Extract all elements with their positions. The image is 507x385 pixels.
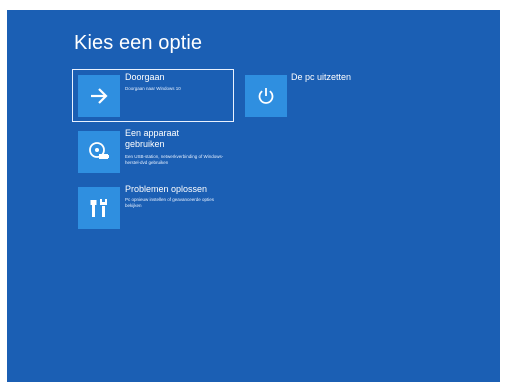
continue-tile bbox=[78, 75, 120, 117]
disc-usb-icon bbox=[88, 141, 110, 163]
option-shutdown-label: De pc uitzetten bbox=[291, 72, 352, 82]
recovery-screen: Kies een optie Doorgaan Doorgaan naar Wi… bbox=[7, 10, 500, 382]
power-icon bbox=[256, 86, 276, 106]
shutdown-tile bbox=[245, 75, 287, 117]
option-shutdown[interactable]: De pc uitzetten bbox=[244, 70, 374, 121]
option-troubleshoot[interactable]: Problemen oplossen Pc opnieuw instellen … bbox=[73, 182, 233, 233]
option-continue-label: Doorgaan bbox=[125, 72, 165, 82]
tools-icon bbox=[88, 197, 110, 219]
option-continue[interactable]: Doorgaan Doorgaan naar Windows 10 bbox=[72, 69, 234, 122]
option-use-device-description: Een USB-station, netwerkverbinding of Wi… bbox=[125, 154, 224, 165]
page-title: Kies een optie bbox=[74, 32, 203, 54]
option-use-device-label: Een apparaat gebruiken bbox=[125, 128, 180, 149]
option-continue-description: Doorgaan naar Windows 10 bbox=[125, 86, 181, 91]
arrow-right-icon bbox=[88, 87, 110, 105]
option-troubleshoot-description: Pc opnieuw instellen of geavanceerde opt… bbox=[125, 197, 215, 208]
option-use-device[interactable]: Een apparaat gebruiken Een USB-station, … bbox=[73, 126, 233, 177]
troubleshoot-tile bbox=[78, 187, 120, 229]
option-troubleshoot-label: Problemen oplossen bbox=[125, 184, 208, 194]
use-device-tile bbox=[78, 131, 120, 173]
